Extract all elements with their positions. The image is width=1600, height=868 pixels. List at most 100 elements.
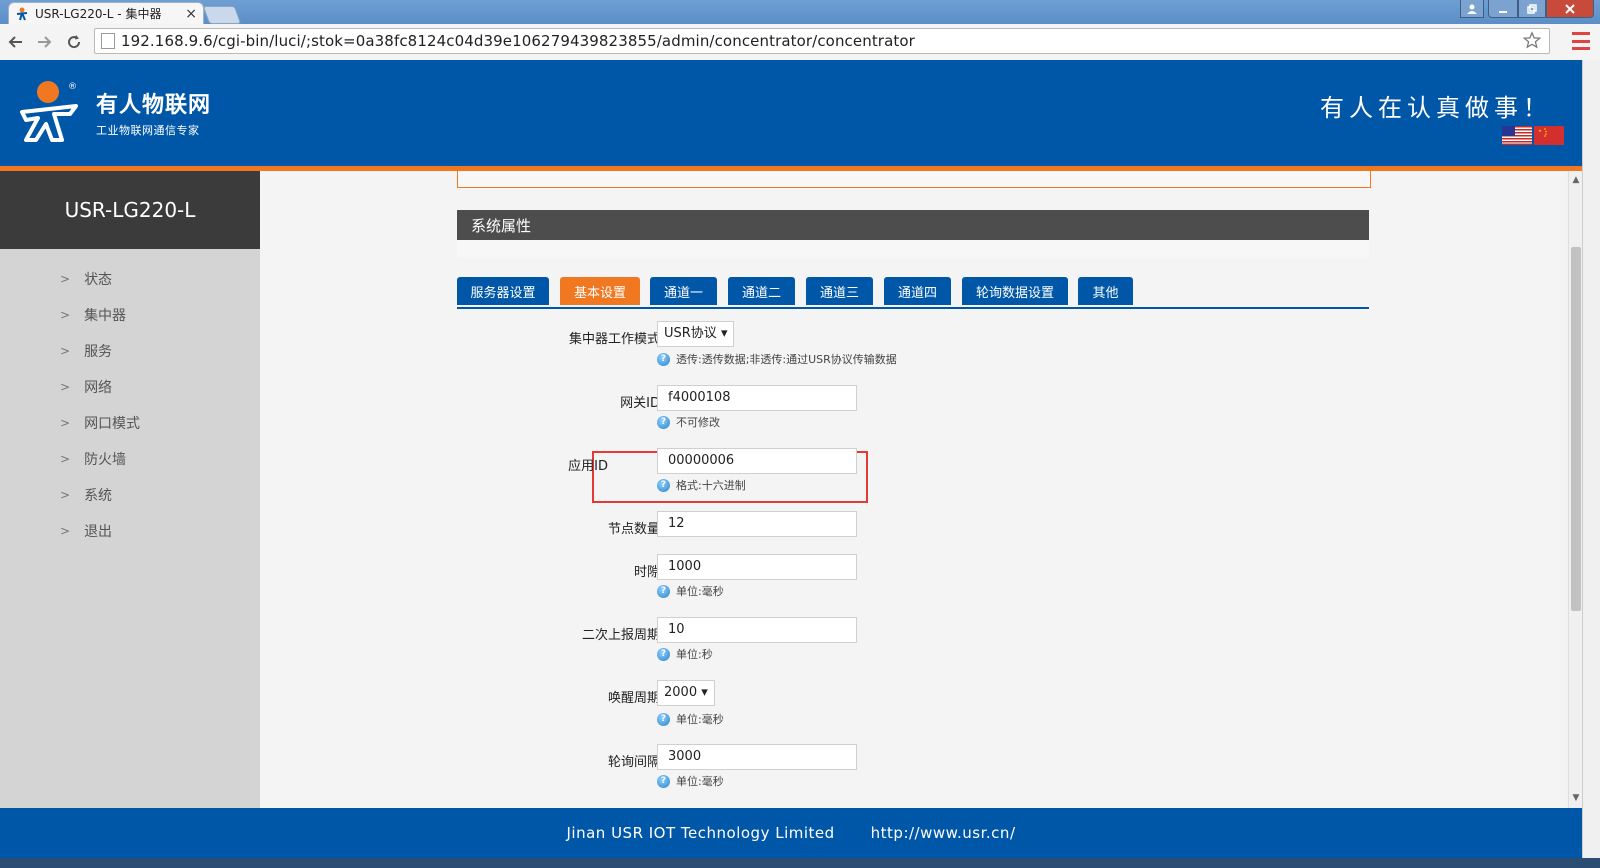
us-flag-icon[interactable] bbox=[1502, 126, 1532, 145]
sidebar-menu: > 状态 > 集中器 > 服务 > 网络 > 网口模式 > 防火墙 > 系统 > 退出 bbox=[0, 261, 260, 549]
footer-website-link[interactable]: http://www.usr.cn/ bbox=[871, 824, 1016, 842]
chevron-right-icon: > bbox=[60, 344, 71, 358]
mode-hint: ? 透传:透传数据;非透传:通过USR协议传输数据 bbox=[657, 351, 897, 367]
tab-channel-1[interactable]: 通道一 bbox=[650, 277, 717, 305]
sidebar-item-firewall[interactable]: > 防火墙 bbox=[0, 441, 260, 477]
page-header: ® 有人物联网 工业物联网通信专家 有人在认真做事！ bbox=[0, 60, 1582, 171]
scroll-down-arrow-icon[interactable]: ▼ bbox=[1569, 791, 1583, 805]
tab-channel-4[interactable]: 通道四 bbox=[884, 277, 951, 305]
app-id-hint: ? 格式:十六进制 bbox=[657, 477, 746, 493]
sidebar-item-status[interactable]: > 状态 bbox=[0, 261, 260, 297]
chevron-right-icon: > bbox=[60, 272, 71, 286]
device-name: USR-LG220-L bbox=[0, 171, 260, 249]
sidebar-item-concentrator[interactable]: > 集中器 bbox=[0, 297, 260, 333]
chevron-right-icon: > bbox=[60, 416, 71, 430]
page-scrollbar[interactable] bbox=[1582, 60, 1600, 868]
sidebar-item-logout[interactable]: > 退出 bbox=[0, 513, 260, 549]
tab-server-settings[interactable]: 服务器设置 bbox=[457, 277, 549, 305]
footer-company: Jinan USR IOT Technology Limited bbox=[566, 824, 835, 842]
gateway-id-field[interactable]: f4000108 bbox=[657, 385, 857, 411]
help-icon: ? bbox=[657, 352, 670, 366]
chevron-right-icon: > bbox=[60, 308, 71, 322]
mode-select[interactable]: USR协议 ▾ bbox=[657, 321, 735, 347]
browser-titlebar: USR-LG220-L - 集中器 × bbox=[0, 0, 1600, 24]
browser-tab[interactable]: USR-LG220-L - 集中器 × bbox=[8, 2, 204, 24]
tab-other[interactable]: 其他 bbox=[1078, 277, 1133, 305]
sidebar-item-port-mode[interactable]: > 网口模式 bbox=[0, 405, 260, 441]
time-slot-label: 时隙 bbox=[633, 565, 660, 580]
url-text[interactable]: 192.168.9.6/cgi-bin/luci/;stok=0a38fc812… bbox=[121, 32, 915, 50]
window-restore-button[interactable] bbox=[1518, 0, 1546, 18]
settings-tabs: 服务器设置 基本设置 通道一 通道二 通道三 通道四 轮询数据设置 其他 bbox=[457, 277, 1369, 309]
header-slogan: 有人在认真做事！ bbox=[1320, 94, 1552, 122]
tab-basic-settings[interactable]: 基本设置 bbox=[560, 277, 640, 305]
help-icon: ? bbox=[657, 774, 670, 788]
dropdown-arrow-icon: ▾ bbox=[701, 685, 708, 700]
tab-channel-2[interactable]: 通道二 bbox=[728, 277, 795, 305]
window-close-button[interactable] bbox=[1546, 0, 1594, 18]
sidebar-item-label: 网络 bbox=[84, 380, 113, 396]
time-slot-hint: ? 单位:毫秒 bbox=[657, 583, 724, 599]
sidebar-item-label: 集中器 bbox=[84, 308, 127, 324]
china-flag-icon[interactable] bbox=[1534, 126, 1564, 145]
brand-subtitle: 工业物联网通信专家 bbox=[96, 124, 200, 137]
reload-icon[interactable] bbox=[62, 30, 86, 54]
gateway-id-hint: ? 不可修改 bbox=[657, 414, 720, 430]
bookmark-star-icon[interactable] bbox=[1522, 31, 1542, 54]
os-taskbar bbox=[0, 858, 1600, 868]
tab-close-icon[interactable]: × bbox=[185, 6, 197, 22]
window-minimize-button[interactable] bbox=[1488, 0, 1518, 18]
app-id-field[interactable]: 00000006 bbox=[657, 448, 857, 474]
usr-logo-icon[interactable]: ® bbox=[18, 78, 82, 144]
sidebar-item-services[interactable]: > 服务 bbox=[0, 333, 260, 369]
gateway-id-hint-text: 不可修改 bbox=[676, 416, 720, 429]
help-icon: ? bbox=[657, 647, 670, 661]
section-title: 系统属性 bbox=[457, 210, 1369, 240]
language-switcher bbox=[1502, 126, 1564, 145]
back-arrow-icon[interactable] bbox=[4, 30, 28, 54]
app-id-label: 应用ID bbox=[568, 459, 608, 474]
forward-arrow-icon[interactable] bbox=[32, 30, 56, 54]
usr-favicon-icon bbox=[15, 7, 29, 21]
new-tab-button[interactable] bbox=[202, 6, 242, 24]
report-period-label: 二次上报周期 bbox=[581, 628, 660, 643]
page-icon bbox=[101, 33, 115, 49]
sidebar: USR-LG220-L > 状态 > 集中器 > 服务 > 网络 > 网口模式 > 防火墙 … bbox=[0, 171, 260, 808]
sidebar-item-label: 网口模式 bbox=[84, 416, 141, 432]
scrollbar-thumb[interactable] bbox=[1571, 247, 1581, 611]
chevron-right-icon: > bbox=[60, 524, 71, 538]
help-icon: ? bbox=[657, 584, 670, 598]
svg-text:®: ® bbox=[68, 82, 77, 92]
sidebar-item-label: 退出 bbox=[84, 524, 113, 540]
poll-interval-field[interactable]: 3000 bbox=[657, 744, 857, 770]
sidebar-item-system[interactable]: > 系统 bbox=[0, 477, 260, 513]
wake-period-hint-text: 单位:毫秒 bbox=[676, 713, 724, 726]
sidebar-item-label: 服务 bbox=[84, 344, 113, 360]
poll-interval-label: 轮询间隔 bbox=[607, 755, 660, 770]
poll-interval-hint: ? 单位:毫秒 bbox=[657, 773, 724, 789]
report-period-hint: ? 单位:秒 bbox=[657, 646, 713, 662]
dropdown-arrow-icon: ▾ bbox=[720, 326, 728, 341]
help-icon: ? bbox=[657, 478, 670, 492]
time-slot-field[interactable]: 1000 bbox=[657, 554, 857, 580]
gateway-id-label: 网关ID bbox=[620, 396, 660, 411]
previous-section-box bbox=[457, 171, 1371, 188]
content-scrollbar[interactable]: ▲ ▼ bbox=[1568, 171, 1583, 808]
browser-toolbar: 192.168.9.6/cgi-bin/luci/;stok=0a38fc812… bbox=[0, 24, 1600, 61]
wake-period-select[interactable]: 2000 ▾ bbox=[657, 680, 715, 706]
wake-period-hint: ? 单位:毫秒 bbox=[657, 711, 724, 727]
address-bar[interactable]: 192.168.9.6/cgi-bin/luci/;stok=0a38fc812… bbox=[94, 28, 1550, 54]
chevron-right-icon: > bbox=[60, 380, 71, 394]
tab-channel-3[interactable]: 通道三 bbox=[806, 277, 873, 305]
sidebar-item-network[interactable]: > 网络 bbox=[0, 369, 260, 405]
help-icon: ? bbox=[657, 712, 670, 726]
poll-interval-hint-text: 单位:毫秒 bbox=[676, 775, 724, 788]
tab-polling-data-settings[interactable]: 轮询数据设置 bbox=[962, 277, 1068, 305]
report-period-field[interactable]: 10 bbox=[657, 617, 857, 643]
node-count-field[interactable]: 12 bbox=[657, 511, 857, 537]
scroll-up-arrow-icon[interactable]: ▲ bbox=[1569, 173, 1583, 187]
user-icon[interactable] bbox=[1460, 0, 1484, 18]
time-slot-hint-text: 单位:毫秒 bbox=[676, 585, 724, 598]
browser-menu-icon[interactable] bbox=[1572, 32, 1590, 50]
section-spacer bbox=[457, 240, 1369, 258]
